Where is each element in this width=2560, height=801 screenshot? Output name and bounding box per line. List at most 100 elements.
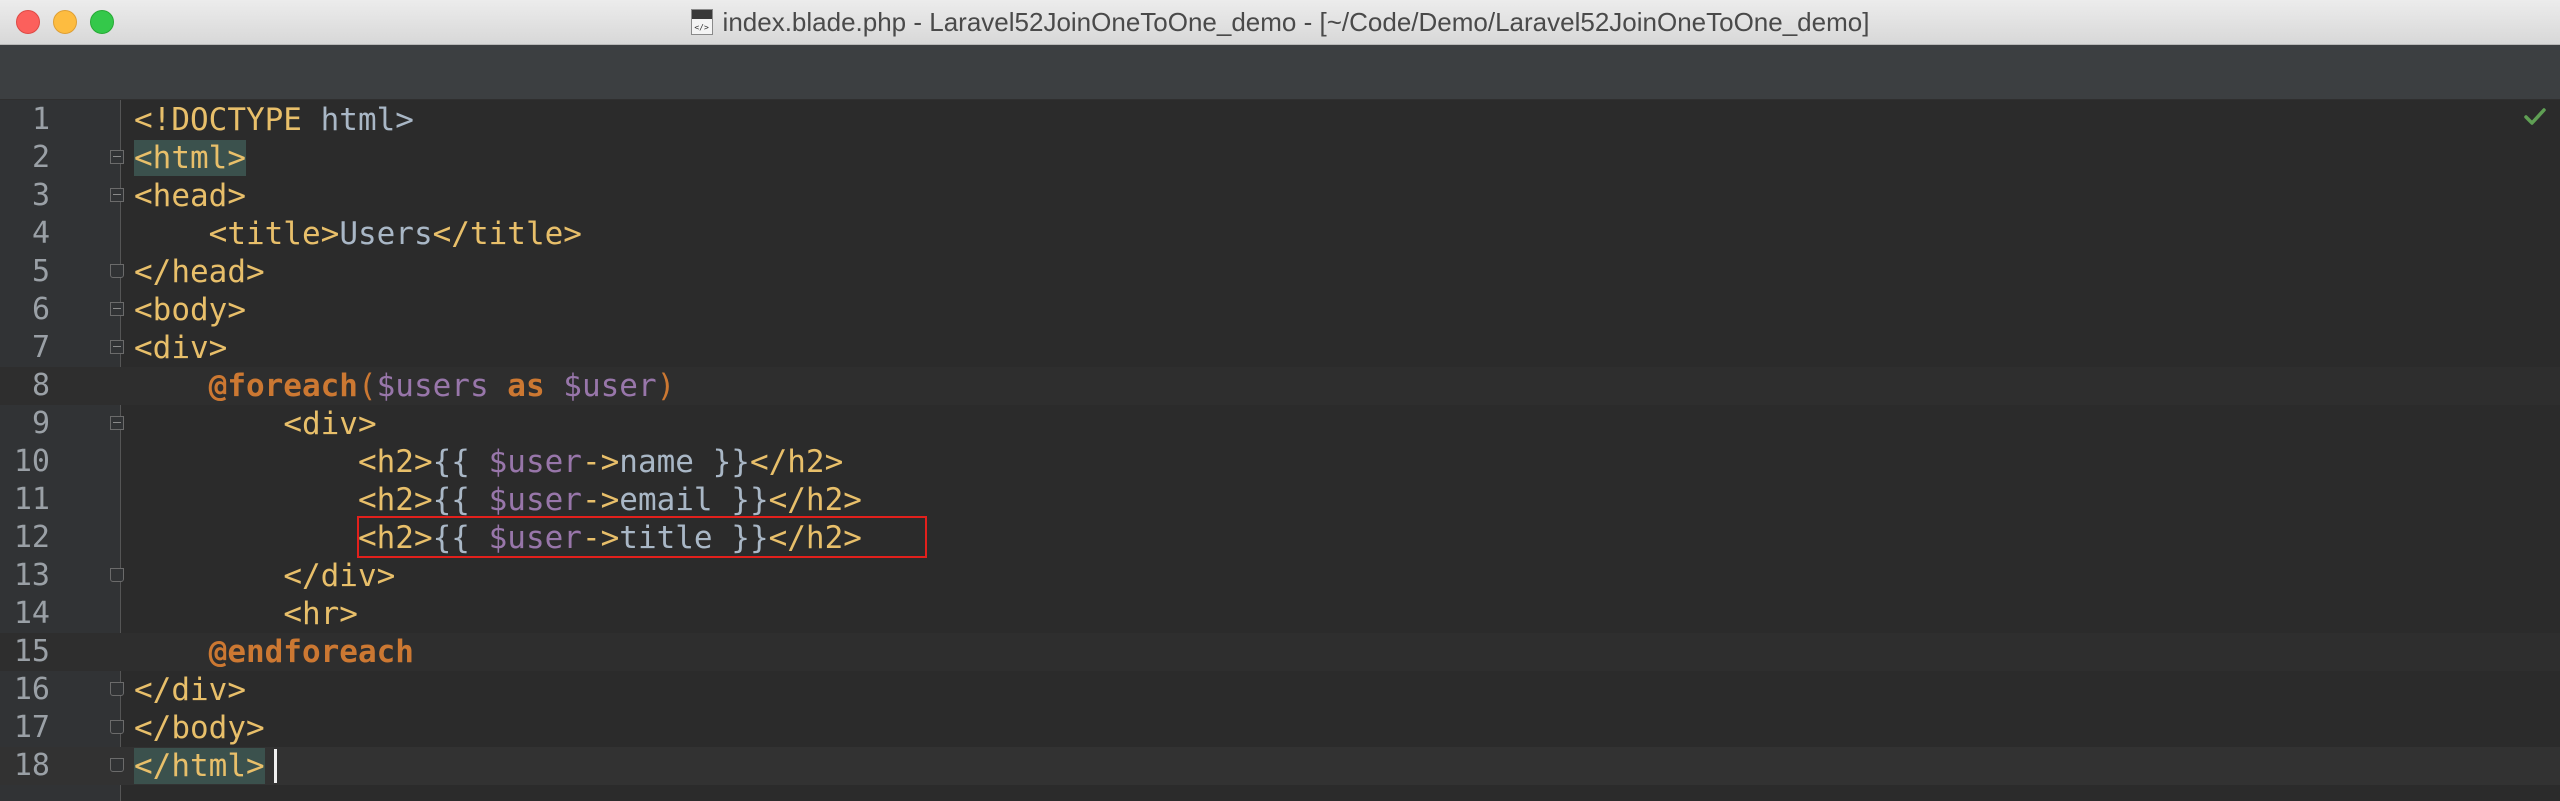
- code-line[interactable]: 7 <div>: [0, 329, 2560, 367]
- fold-end-marker-icon[interactable]: [110, 758, 124, 772]
- head-close-tag: </head>: [134, 254, 265, 290]
- line-number: 10: [13, 444, 50, 479]
- code-line[interactable]: 17 </body>: [0, 709, 2560, 747]
- div-close-tag: </div>: [134, 672, 246, 708]
- code-text[interactable]: </body>: [134, 709, 265, 747]
- code-line[interactable]: 9 <div>: [0, 405, 2560, 443]
- text-caret: [274, 749, 277, 783]
- code-text[interactable]: <h2>{{ $user->email }}</h2>: [134, 481, 862, 519]
- foreach-directive: @foreach: [208, 368, 358, 404]
- body-open-tag: <body>: [134, 292, 246, 328]
- code-text[interactable]: </html>: [134, 747, 265, 785]
- line-number: 1: [31, 102, 50, 137]
- line-number: 16: [13, 672, 50, 707]
- code-line[interactable]: 1 <!DOCTYPE html>: [0, 101, 2560, 139]
- users-variable: $users: [376, 368, 489, 404]
- code-line[interactable]: 8 @foreach($users as $user): [0, 367, 2560, 405]
- h2-open-tag: <h2>: [357, 444, 433, 480]
- code-text[interactable]: </head>: [134, 253, 265, 291]
- code-text[interactable]: <html>: [134, 139, 246, 177]
- div-open-tag: <div>: [134, 330, 228, 366]
- highlight-box: [357, 516, 927, 558]
- doctype-tag: <!DOCTYPE: [134, 102, 302, 138]
- line-number: 3: [31, 178, 50, 213]
- code-line[interactable]: 15 @endforeach: [0, 633, 2560, 671]
- line-number: 13: [13, 558, 50, 593]
- line-number: 12: [13, 520, 50, 555]
- title-close-tag: </title>: [432, 216, 582, 252]
- paren-open: (: [357, 368, 377, 404]
- blade-echo-open: {{: [432, 482, 470, 518]
- code-text[interactable]: <div>: [134, 405, 377, 443]
- user-variable: $user: [488, 444, 582, 480]
- h2-close-tag: </h2>: [768, 482, 862, 518]
- code-line[interactable]: 4 <title>Users</title>: [0, 215, 2560, 253]
- code-line[interactable]: 13 </div>: [0, 557, 2560, 595]
- h2-open-tag: <h2>: [357, 482, 433, 518]
- hr-tag: <hr>: [283, 596, 358, 632]
- line-number: 15: [13, 634, 50, 669]
- line-number: 2: [31, 140, 50, 175]
- code-text[interactable]: @endforeach: [134, 633, 414, 671]
- code-line[interactable]: 16 </div>: [0, 671, 2560, 709]
- code-text[interactable]: <hr>: [134, 595, 358, 633]
- title-text: Users: [339, 216, 433, 252]
- head-open-tag: <head>: [134, 178, 246, 214]
- doctype-rest: html>: [301, 102, 414, 138]
- code-text[interactable]: </div>: [134, 557, 395, 595]
- code-text[interactable]: @foreach($users as $user): [134, 367, 676, 405]
- fold-end-marker-icon[interactable]: [110, 720, 124, 734]
- code-line[interactable]: 11 <h2>{{ $user->email }}</h2>: [0, 481, 2560, 519]
- fold-end-marker-icon[interactable]: [110, 264, 124, 278]
- line-number: 7: [31, 330, 50, 365]
- arrow-operator: ->: [581, 482, 620, 518]
- fold-marker-icon[interactable]: [110, 340, 124, 354]
- fold-marker-icon[interactable]: [110, 302, 124, 316]
- code-line[interactable]: 2 <html>: [0, 139, 2560, 177]
- line-number: 14: [13, 596, 50, 631]
- code-editor[interactable]: 1 <!DOCTYPE html> 2 <html> 3 <head> 4 <t…: [0, 100, 2560, 801]
- window-titlebar: </> index.blade.php - Laravel52JoinOneTo…: [0, 0, 2560, 45]
- fold-end-marker-icon[interactable]: [110, 682, 124, 696]
- editor-toolbar: [0, 45, 2560, 100]
- div-close-tag: </div>: [283, 558, 396, 594]
- arrow-operator: ->: [581, 444, 620, 480]
- code-line[interactable]: 10 <h2>{{ $user->name }}</h2>: [0, 443, 2560, 481]
- line-number: 5: [31, 254, 50, 289]
- blade-echo-close: }}: [712, 444, 750, 480]
- h2-close-tag: </h2>: [749, 444, 844, 480]
- line-number: 11: [13, 482, 50, 517]
- code-text[interactable]: <div>: [134, 329, 227, 367]
- code-text[interactable]: <!DOCTYPE html>: [134, 101, 414, 139]
- html-open-tag: <html>: [134, 140, 246, 176]
- name-property: name: [619, 444, 694, 480]
- code-text[interactable]: <h2>{{ $user->name }}</h2>: [134, 443, 843, 481]
- as-keyword: as: [507, 368, 545, 404]
- file-icon-glyph: </>: [694, 23, 709, 32]
- code-line[interactable]: 6 <body>: [0, 291, 2560, 329]
- line-number: 18: [13, 748, 50, 783]
- blade-echo-close: }}: [731, 482, 769, 518]
- div-open-tag: <div>: [283, 406, 377, 442]
- code-line[interactable]: 3 <head>: [0, 177, 2560, 215]
- blade-echo-open: {{: [432, 444, 470, 480]
- code-line[interactable]: 5 </head>: [0, 253, 2560, 291]
- code-text[interactable]: <title>Users</title>: [134, 215, 582, 253]
- window-title-area: </> index.blade.php - Laravel52JoinOneTo…: [0, 0, 2560, 44]
- line-number: 6: [31, 292, 50, 327]
- code-text[interactable]: </div>: [134, 671, 246, 709]
- fold-end-marker-icon[interactable]: [110, 568, 124, 582]
- endforeach-directive: @endforeach: [208, 634, 414, 670]
- fold-marker-icon[interactable]: [110, 188, 124, 202]
- code-text[interactable]: <body>: [134, 291, 246, 329]
- code-text[interactable]: <head>: [134, 177, 246, 215]
- line-number: 4: [31, 216, 50, 251]
- fold-marker-icon[interactable]: [110, 150, 124, 164]
- code-line[interactable]: 14 <hr>: [0, 595, 2560, 633]
- user-variable: $user: [563, 368, 657, 404]
- paren-close: ): [656, 368, 676, 404]
- user-variable: $user: [488, 482, 582, 518]
- fold-marker-icon[interactable]: [110, 416, 124, 430]
- window-title: index.blade.php - Laravel52JoinOneToOne_…: [722, 6, 1870, 37]
- code-line-current[interactable]: 18 </html>: [0, 747, 2560, 785]
